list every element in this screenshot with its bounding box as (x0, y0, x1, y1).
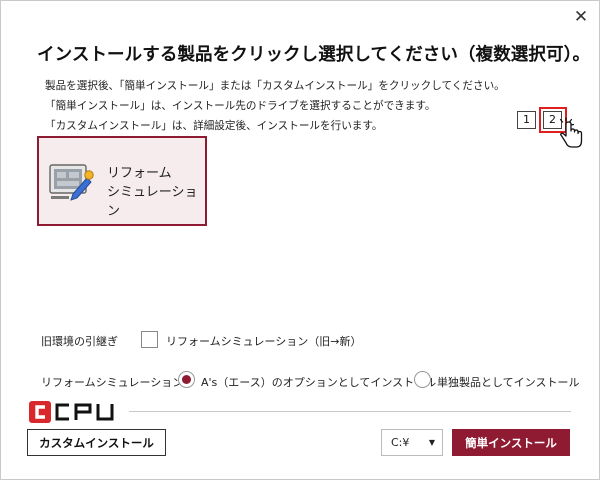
product-card-reform-simulation[interactable]: リフォーム シミュレーション (37, 136, 207, 226)
hand-cursor-icon (559, 117, 583, 148)
logo-divider (129, 411, 571, 412)
radio-label-addon[interactable]: A's（エース）のオプションとしてインストール (201, 374, 436, 390)
reform-simulation-icon (49, 164, 94, 201)
simple-install-button[interactable]: 簡単インストール (452, 429, 570, 456)
radio-option-addon[interactable] (178, 371, 195, 388)
page-1-button[interactable]: 1 (517, 111, 536, 129)
installer-window: ✕ インストールする製品をクリックし選択してください（複数選択可）。 製品を選択… (0, 0, 600, 480)
page-title: インストールする製品をクリックし選択してください（複数選択可）。 (37, 45, 591, 65)
description-line-2: 「簡単インストール」は、インストール先のドライブを選択することができます。 (45, 100, 436, 112)
product-name: リフォーム シミュレーション (107, 166, 198, 219)
drive-value: C:¥ (391, 436, 410, 449)
migration-option-label[interactable]: リフォームシミュレーション（旧→新） (166, 333, 361, 349)
drive-select[interactable]: C:¥ ▼ (381, 429, 443, 456)
radio-label-standalone[interactable]: 単独製品としてインストール (437, 374, 579, 390)
close-icon[interactable]: ✕ (569, 5, 593, 29)
migration-label: 旧環境の引継ぎ (41, 335, 118, 348)
install-mode-label: リフォームシミュレーション (41, 376, 184, 389)
migration-checkbox[interactable] (141, 331, 158, 348)
cpu-logo-icon (29, 401, 114, 423)
description-line-1: 製品を選択後、「簡単インストール」または「カスタムインストール」をクリックしてく… (45, 80, 505, 92)
radio-option-standalone[interactable] (414, 371, 431, 388)
description-line-3: 「カスタムインストール」は、詳細設定後、インストールを行います。 (45, 120, 383, 132)
custom-install-button[interactable]: カスタムインストール (27, 429, 166, 456)
chevron-down-icon: ▼ (428, 438, 435, 447)
